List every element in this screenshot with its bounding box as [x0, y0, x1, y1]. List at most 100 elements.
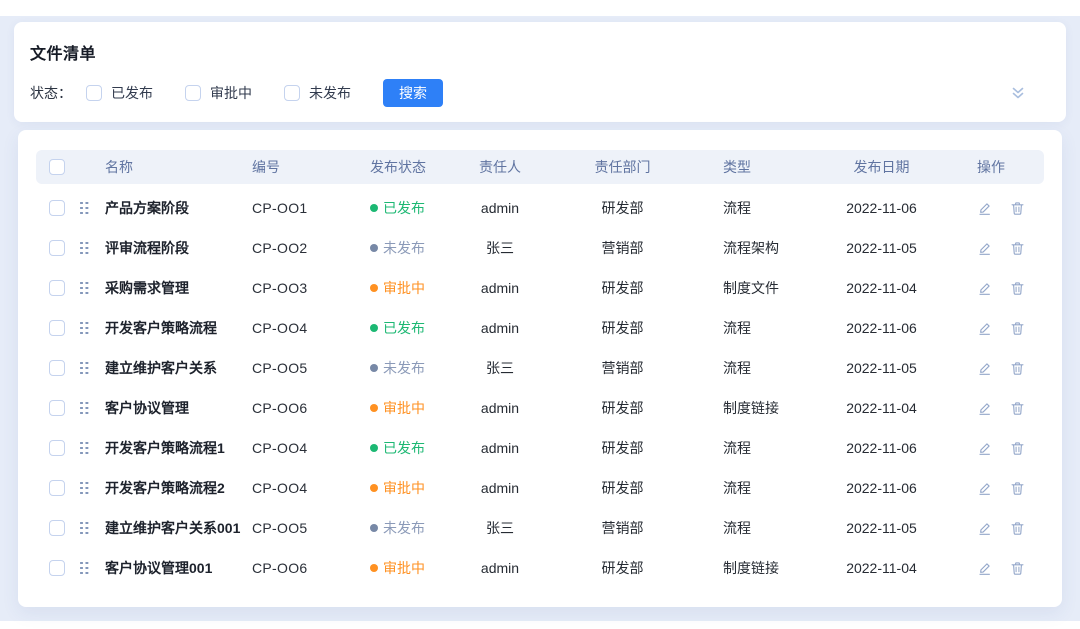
doc-status: 未发布 [370, 518, 455, 538]
status-dot-icon [370, 324, 378, 332]
edit-icon[interactable] [977, 281, 992, 296]
drag-handle-icon[interactable] [80, 322, 89, 335]
doc-dept: 营销部 [545, 238, 700, 258]
filter-option-pending[interactable]: 审批中 [185, 83, 252, 103]
drag-handle-icon[interactable] [80, 482, 89, 495]
doc-code: CP-OO5 [252, 360, 370, 376]
delete-icon[interactable] [1010, 521, 1025, 536]
doc-date: 2022-11-05 [828, 360, 935, 376]
status-text: 未发布 [383, 238, 425, 258]
delete-icon[interactable] [1010, 441, 1025, 456]
filter-option-unpublished[interactable]: 未发布 [284, 83, 351, 103]
row-checkbox[interactable] [49, 560, 65, 576]
doc-code: CP-OO3 [252, 280, 370, 296]
doc-dept: 研发部 [545, 198, 700, 218]
doc-code: CP-OO6 [252, 400, 370, 416]
drag-handle-icon[interactable] [80, 242, 89, 255]
doc-name: 客户协议管理001 [105, 558, 252, 578]
status-dot-icon [370, 284, 378, 292]
row-checkbox[interactable] [49, 480, 65, 496]
delete-icon[interactable] [1010, 561, 1025, 576]
edit-icon[interactable] [977, 241, 992, 256]
delete-icon[interactable] [1010, 321, 1025, 336]
row-actions [935, 481, 1044, 496]
row-checkbox[interactable] [49, 360, 65, 376]
doc-date: 2022-11-06 [828, 480, 935, 496]
drag-handle-icon[interactable] [80, 442, 89, 455]
status-text: 未发布 [383, 358, 425, 378]
filter-row: 状态： 已发布 审批中 未发布 搜索 [30, 79, 1026, 107]
drag-handle-icon[interactable] [80, 202, 89, 215]
doc-person: admin [455, 400, 545, 416]
doc-date: 2022-11-06 [828, 320, 935, 336]
checkbox-icon[interactable] [284, 85, 300, 101]
doc-person: admin [455, 440, 545, 456]
delete-icon[interactable] [1010, 241, 1025, 256]
row-checkbox[interactable] [49, 280, 65, 296]
doc-code: CP-OO5 [252, 520, 370, 536]
table-row: 开发客户策略流程1 CP-OO4 已发布 admin 研发部 流程 2022-1… [36, 428, 1044, 468]
status-text: 审批中 [383, 398, 425, 418]
edit-icon[interactable] [977, 521, 992, 536]
row-checkbox[interactable] [49, 520, 65, 536]
status-text: 已发布 [383, 318, 425, 338]
doc-date: 2022-11-04 [828, 280, 935, 296]
doc-code: CP-OO4 [252, 440, 370, 456]
status-dot-icon [370, 444, 378, 452]
col-header-type: 类型 [700, 157, 828, 177]
col-header-code: 编号 [252, 157, 370, 177]
filter-option-published[interactable]: 已发布 [86, 83, 153, 103]
row-checkbox[interactable] [49, 240, 65, 256]
doc-status: 已发布 [370, 438, 455, 458]
edit-icon[interactable] [977, 361, 992, 376]
row-checkbox[interactable] [49, 320, 65, 336]
drag-handle-icon[interactable] [80, 282, 89, 295]
doc-type: 流程 [700, 518, 828, 538]
doc-code: CP-OO4 [252, 480, 370, 496]
drag-handle-icon[interactable] [80, 522, 89, 535]
row-checkbox[interactable] [49, 400, 65, 416]
drag-handle-icon[interactable] [80, 362, 89, 375]
delete-icon[interactable] [1010, 201, 1025, 216]
doc-person: 张三 [455, 238, 545, 258]
collapse-toggle[interactable] [1010, 85, 1026, 101]
drag-handle-icon[interactable] [80, 402, 89, 415]
doc-person: admin [455, 480, 545, 496]
row-actions [935, 361, 1044, 376]
row-actions [935, 281, 1044, 296]
edit-icon[interactable] [977, 481, 992, 496]
checkbox-icon[interactable] [185, 85, 201, 101]
doc-name: 产品方案阶段 [105, 198, 252, 218]
col-header-person: 责任人 [455, 157, 545, 177]
row-actions [935, 441, 1044, 456]
select-all-checkbox[interactable] [49, 159, 65, 175]
table-row: 客户协议管理001 CP-OO6 审批中 admin 研发部 制度链接 2022… [36, 548, 1044, 588]
status-text: 审批中 [383, 478, 425, 498]
doc-dept: 营销部 [545, 358, 700, 378]
doc-status: 未发布 [370, 238, 455, 258]
drag-handle-icon[interactable] [80, 562, 89, 575]
delete-icon[interactable] [1010, 361, 1025, 376]
row-checkbox[interactable] [49, 200, 65, 216]
search-button[interactable]: 搜索 [383, 79, 443, 107]
edit-icon[interactable] [977, 401, 992, 416]
table-row: 评审流程阶段 CP-OO2 未发布 张三 营销部 流程架构 2022-11-05 [36, 228, 1044, 268]
doc-code: CP-OO4 [252, 320, 370, 336]
delete-icon[interactable] [1010, 481, 1025, 496]
row-actions [935, 321, 1044, 336]
delete-icon[interactable] [1010, 401, 1025, 416]
edit-icon[interactable] [977, 321, 992, 336]
edit-icon[interactable] [977, 201, 992, 216]
row-checkbox[interactable] [49, 440, 65, 456]
doc-name: 评审流程阶段 [105, 238, 252, 258]
edit-icon[interactable] [977, 441, 992, 456]
edit-icon[interactable] [977, 561, 992, 576]
status-dot-icon [370, 244, 378, 252]
doc-name: 开发客户策略流程1 [105, 438, 252, 458]
doc-date: 2022-11-05 [828, 520, 935, 536]
doc-name: 客户协议管理 [105, 398, 252, 418]
delete-icon[interactable] [1010, 281, 1025, 296]
filter-option-label: 已发布 [111, 83, 153, 103]
checkbox-icon[interactable] [86, 85, 102, 101]
doc-date: 2022-11-04 [828, 560, 935, 576]
